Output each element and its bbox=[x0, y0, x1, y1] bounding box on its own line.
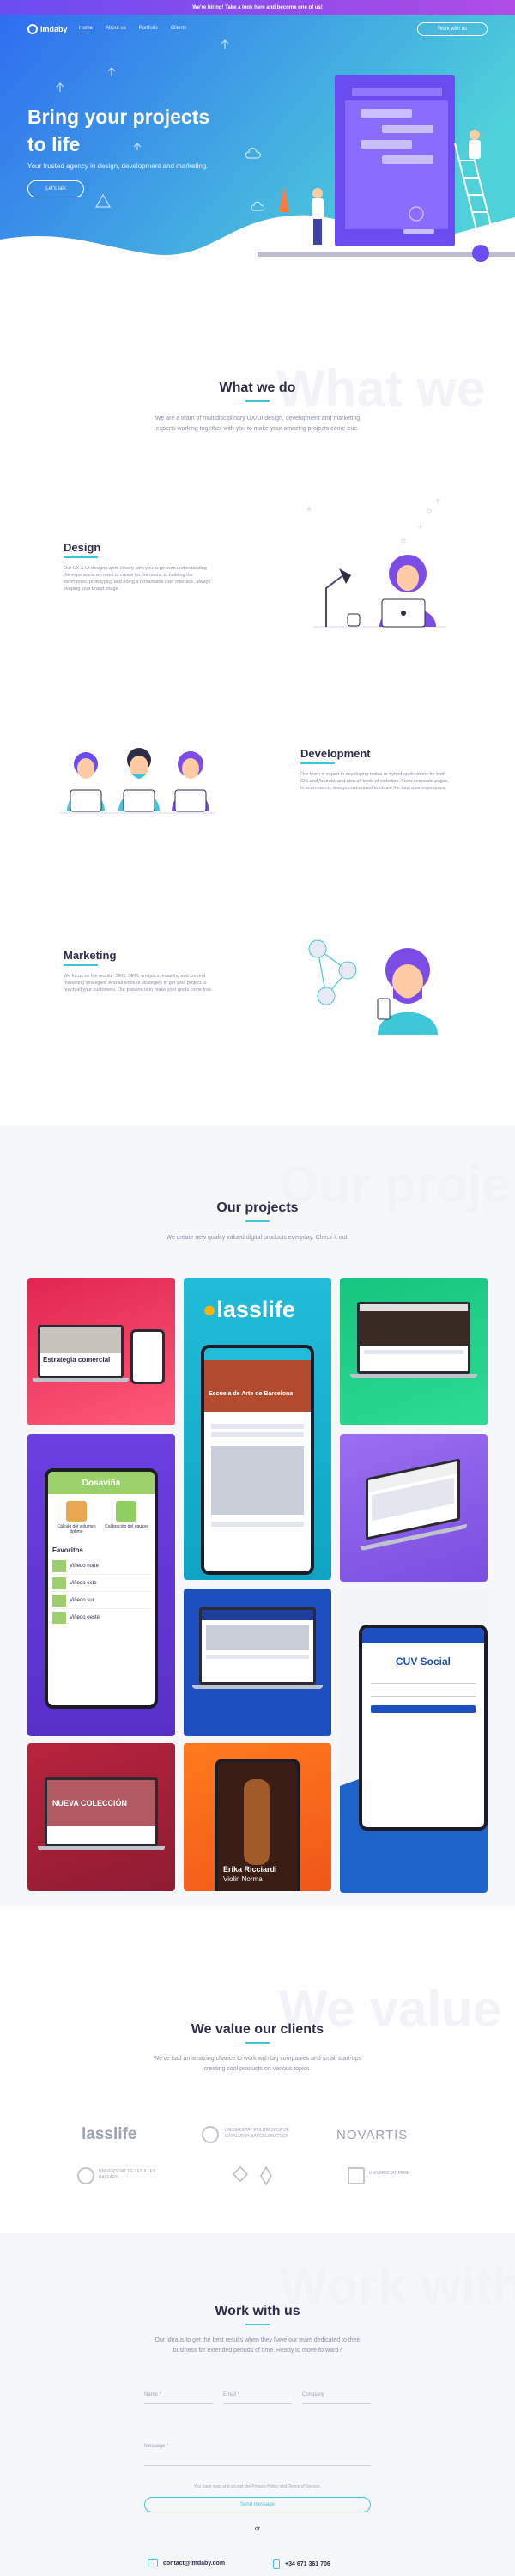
message-field[interactable]: Message * bbox=[144, 2444, 371, 2466]
logo-text: Imdaby bbox=[40, 25, 68, 33]
development-title: Development bbox=[300, 747, 371, 760]
development-text: Our team is expert in developing native … bbox=[300, 772, 450, 791]
development-illustration bbox=[60, 748, 215, 814]
project-9-sub: Violin Norma bbox=[223, 1875, 263, 1883]
project-4-item-2: Calibración del equipo bbox=[105, 1524, 148, 1529]
what-we-do-text: We are a team of multidisciplinary UX/UI… bbox=[154, 416, 360, 432]
project-tile-1[interactable]: Estrategia comercial bbox=[27, 1278, 175, 1425]
list-item[interactable]: Viñedo norte bbox=[52, 1558, 150, 1575]
project-2-phone: Escuela de Arte de Barcelona bbox=[201, 1345, 314, 1575]
project-9-heading: Erika Ricciardi bbox=[223, 1865, 277, 1874]
contact-phone[interactable]: +34 671 361 706 bbox=[273, 2559, 330, 2569]
company-field[interactable]: Company bbox=[302, 2392, 371, 2404]
phone-icon bbox=[273, 2559, 280, 2569]
logo-icon bbox=[27, 24, 38, 34]
project-4-brand: Dosaviña bbox=[48, 1472, 154, 1494]
project-1-phone bbox=[130, 1329, 165, 1384]
work-title: Work with us bbox=[215, 2304, 300, 2318]
list-item[interactable]: Viñedo este bbox=[52, 1575, 150, 1592]
hero-title-line-1: Bring your projects bbox=[27, 106, 210, 128]
send-message-button[interactable]: Send message bbox=[144, 2497, 371, 2512]
nav-link-clients[interactable]: Clients bbox=[171, 26, 186, 33]
project-8-heading: NUEVA COLECCIÓN bbox=[47, 1780, 155, 1826]
client-logo-novartis: NOVARTIS bbox=[336, 2128, 409, 2142]
project-2-brand: ●lasslife bbox=[203, 1297, 295, 1322]
projects-title: Our projects bbox=[216, 1200, 299, 1215]
project-4-list-title: Favoritos bbox=[52, 1546, 84, 1554]
client-logo-upc: UNIVERSITAT POLITÈCNICA DE CATALUNYA BAR… bbox=[225, 2128, 290, 2139]
development-underline bbox=[300, 762, 335, 764]
privacy-checkbox-label[interactable]: You have read and accept the Privacy Pol… bbox=[144, 2484, 371, 2489]
marketing-illustration bbox=[308, 939, 438, 1035]
project-7-tablet: CUV Social bbox=[359, 1625, 488, 1831]
project-tile-4[interactable]: Dosaviña Cálculo del volumen óptimo Cali… bbox=[27, 1434, 175, 1736]
project-tile-5[interactable] bbox=[340, 1434, 488, 1582]
project-2-caption: Escuela de Arte de Barcelona bbox=[204, 1360, 311, 1412]
logo[interactable]: Imdaby bbox=[27, 24, 68, 34]
project-6-screen bbox=[199, 1607, 316, 1685]
announcement-text[interactable]: We're hiring! Take a look here and becom… bbox=[192, 5, 323, 10]
projects-text: We create new quality valued digital pro… bbox=[166, 1235, 349, 1241]
mail-icon bbox=[148, 2559, 158, 2567]
work-underline bbox=[245, 2324, 270, 2325]
project-tile-2[interactable]: ●lasslife Escuela de Arte de Barcelona bbox=[184, 1278, 331, 1580]
project-tile-3[interactable] bbox=[340, 1278, 488, 1425]
work-text: Our idea is to get the best results when… bbox=[154, 2337, 360, 2354]
marketing-text: We focus on the results: SEO, SEM, analy… bbox=[64, 974, 213, 993]
client-uib-icon bbox=[77, 2167, 94, 2184]
nav-link-about[interactable]: About us bbox=[106, 26, 126, 33]
design-title: Design bbox=[64, 541, 101, 554]
what-we-do-underline bbox=[245, 400, 270, 402]
design-underline bbox=[64, 556, 98, 558]
main-nav: Imdaby Home About us Portfolio Clients W… bbox=[0, 21, 515, 39]
design-text: Our UX & UI designs work closely with yo… bbox=[64, 566, 211, 592]
project-tile-8[interactable]: NUEVA COLECCIÓN bbox=[27, 1743, 175, 1891]
project-tile-6[interactable] bbox=[184, 1589, 331, 1736]
list-item[interactable]: Viñedo sur bbox=[52, 1592, 150, 1609]
project-4-phone: Dosaviña Cálculo del volumen óptimo Cali… bbox=[45, 1468, 158, 1709]
marketing-title: Marketing bbox=[64, 949, 117, 962]
project-8-screen: NUEVA COLECCIÓN bbox=[45, 1777, 158, 1846]
name-field[interactable]: Name * bbox=[144, 2392, 213, 2404]
project-tile-7[interactable]: CUV Social bbox=[340, 1590, 488, 1893]
project-tile-9[interactable]: Erika Ricciardi Violin Norma bbox=[184, 1743, 331, 1891]
work-with-us-button[interactable]: Work with us bbox=[417, 22, 488, 36]
lets-talk-button[interactable]: Let's talk bbox=[27, 180, 84, 197]
nav-links: Home About us Portfolio Clients bbox=[79, 26, 186, 33]
client-logo-crest bbox=[232, 2166, 272, 2186]
client-logo-lasslife: lasslife bbox=[82, 2125, 137, 2143]
project-1-heading: Estrategia comercial bbox=[43, 1356, 111, 1364]
project-9-phone: Erika Ricciardi Violin Norma bbox=[215, 1759, 300, 1891]
client-up-icon bbox=[348, 2167, 365, 2184]
clients-text: We've had an amazing chance to work with… bbox=[153, 2056, 362, 2072]
hero-subtitle: Your trusted agency in design, developme… bbox=[27, 162, 209, 170]
email-field[interactable]: Email * bbox=[223, 2392, 292, 2404]
list-item[interactable]: Viñedo oeste bbox=[52, 1609, 150, 1626]
project-4-item-1: Cálculo del volumen óptimo bbox=[57, 1524, 96, 1534]
project-3-screen bbox=[357, 1302, 470, 1374]
project-1-screen: Estrategia comercial bbox=[38, 1325, 124, 1378]
hero-title-line-2: to life bbox=[27, 133, 81, 155]
client-logo-uib: UNIVERSITAT DE LES ILLES BALEARS bbox=[99, 2169, 156, 2180]
client-upc-icon bbox=[202, 2126, 219, 2143]
design-illustration bbox=[306, 498, 446, 628]
hero-title: Bring your projects to life bbox=[27, 103, 251, 158]
nav-link-home[interactable]: Home bbox=[79, 26, 94, 33]
contact-email[interactable]: contact@imdaby.com bbox=[148, 2559, 225, 2567]
clients-underline bbox=[245, 2042, 270, 2044]
marketing-underline bbox=[64, 964, 98, 966]
project-7-title: CUV Social bbox=[395, 1656, 451, 1668]
announcement-bar[interactable]: We're hiring! Take a look here and becom… bbox=[0, 0, 515, 15]
what-we-do-title: What we do bbox=[219, 380, 296, 395]
projects-underline bbox=[245, 1220, 270, 1222]
hero-section: Imdaby Home About us Portfolio Clients W… bbox=[0, 15, 515, 264]
clients-title: We value our clients bbox=[191, 2022, 324, 2037]
nav-link-portfolio[interactable]: Portfolio bbox=[139, 26, 158, 33]
or-separator: or bbox=[254, 2526, 261, 2532]
client-logo-up: UNIVERSITAT PERE bbox=[369, 2171, 410, 2176]
